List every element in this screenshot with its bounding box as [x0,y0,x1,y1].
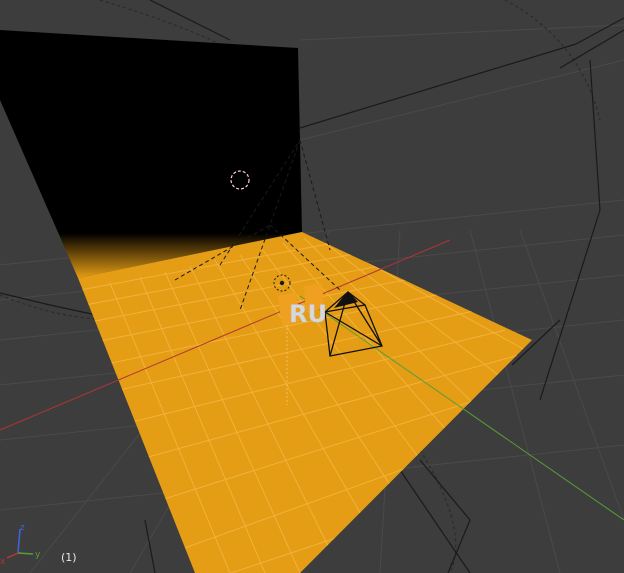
object-origin-dot [279,280,285,286]
floor-plane[interactable] [78,232,532,573]
axis-z-label: z [20,523,25,533]
text-object-label: RU [289,300,327,328]
backdrop-wall[interactable] [0,30,302,278]
frame-counter: (1) [61,551,77,564]
3d-viewport[interactable]: RU z y x (1) [0,0,624,573]
scene-canvas[interactable]: RU [0,0,624,573]
axis-orientation-widget: z y x [0,523,41,565]
axis-y-label: y [35,550,41,560]
axis-x-label: x [0,557,6,565]
